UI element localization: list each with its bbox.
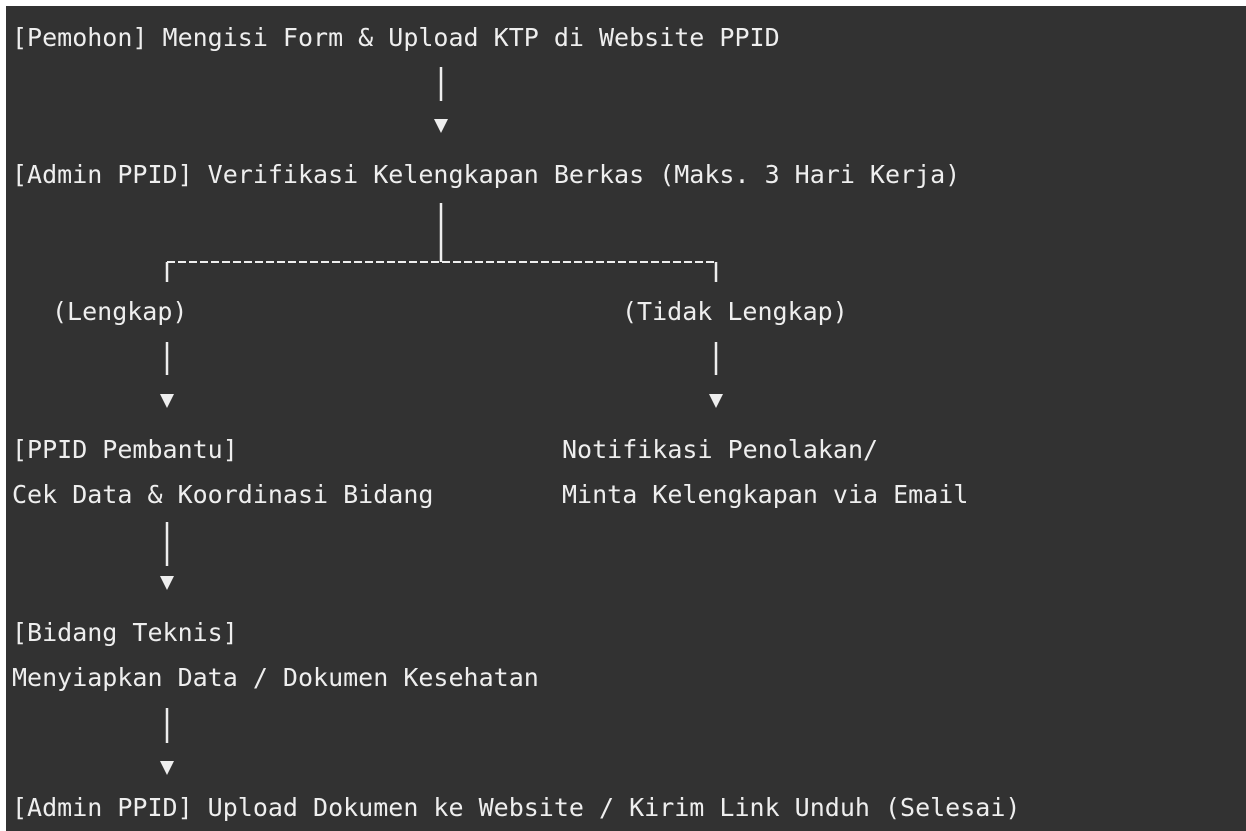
step-final-upload: [Admin PPID] Upload Dokumen ke Website /… [12, 793, 1021, 822]
step-bidang-teknis-title: [Bidang Teknis] [12, 618, 238, 647]
step-bidang-teknis-desc: Menyiapkan Data / Dokumen Kesehatan [12, 663, 539, 692]
branch-label-incomplete: (Tidak Lengkap) [622, 297, 848, 326]
step-rejection-notice: Notifikasi Penolakan/ [562, 435, 879, 464]
step-submit-request: [Pemohon] Mengisi Form & Upload KTP di W… [12, 23, 780, 52]
step-verify-documents: [Admin PPID] Verifikasi Kelengkapan Berk… [12, 160, 961, 189]
step-rejection-request: Minta Kelengkapan via Email [562, 480, 969, 509]
branch-label-complete: (Lengkap) [52, 297, 188, 326]
step-ppid-pembantu-title: [PPID Pembantu] [12, 435, 238, 464]
step-ppid-pembantu-desc: Cek Data & Koordinasi Bidang [12, 480, 434, 509]
diagram-background [6, 6, 1246, 831]
page-canvas: [Pemohon] Mengisi Form & Upload KTP di W… [0, 0, 1246, 831]
